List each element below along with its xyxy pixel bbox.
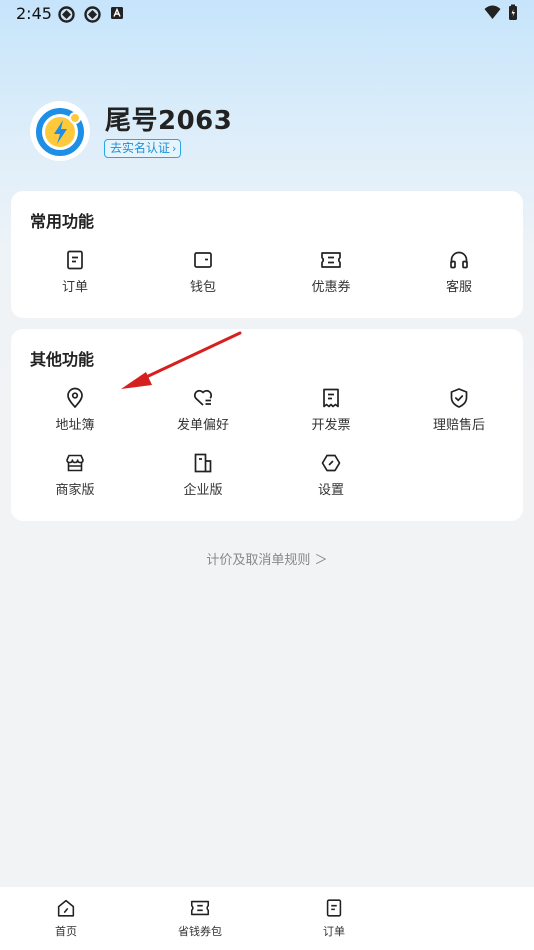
home-icon (57, 899, 75, 917)
pricing-cancel-rules-link[interactable]: 计价及取消单规则 ＞ (0, 549, 534, 568)
app-notification-icon (58, 6, 75, 23)
invoice-icon (323, 388, 339, 408)
nav-item-coupon-pack[interactable]: 省钱券包 (160, 897, 240, 939)
nav-item-label: 首页 (55, 925, 77, 938)
grid-item-label: 开发票 (311, 418, 351, 433)
shield-check-icon (450, 388, 468, 408)
wifi-icon (484, 5, 501, 19)
grid-item-label: 企业版 (183, 483, 223, 498)
nav-item-label: 省钱券包 (178, 925, 222, 938)
app-logo-icon (36, 108, 84, 156)
store-icon (66, 454, 84, 472)
grid-item-order[interactable]: 订单 (11, 248, 139, 295)
common-functions-card: 常用功能 订单 钱包 优惠券 客服 (11, 191, 523, 318)
grid-item-label: 理赔售后 (432, 418, 485, 433)
grid-item-order-preference[interactable]: 发单偏好 (139, 386, 267, 433)
nav-item-home[interactable]: 首页 (26, 897, 106, 939)
order-icon (326, 899, 342, 917)
grid-item-label: 钱包 (189, 280, 216, 295)
status-time: 2:45 (16, 4, 52, 23)
other-functions-card: 其他功能 地址簿 发单偏好 开发票 理赔售后 商家版 企业版 设置 (11, 329, 523, 521)
grid-item-label: 商家版 (55, 483, 95, 498)
nav-item-label: 订单 (323, 925, 345, 938)
grid-item-customer-service[interactable]: 客服 (395, 248, 523, 295)
settings-icon (321, 454, 341, 472)
section-title: 常用功能 (30, 212, 95, 231)
grid-item-label: 订单 (61, 280, 88, 295)
verify-identity-label: 去实名认证 (110, 141, 171, 155)
grid-item-label: 客服 (445, 280, 472, 295)
grid-item-label: 发单偏好 (176, 418, 229, 433)
battery-icon (509, 4, 517, 20)
chevron-right-icon: › (172, 142, 177, 155)
grid-item-wallet[interactable]: 钱包 (139, 248, 267, 295)
status-bar: 2:45 (0, 0, 534, 30)
grid-item-settings[interactable]: 设置 (267, 451, 395, 498)
location-pin-icon (67, 387, 83, 408)
grid-item-label: 优惠券 (311, 280, 351, 295)
grid-item-coupon[interactable]: 优惠券 (267, 248, 395, 295)
heart-list-icon (193, 389, 213, 406)
bottom-nav: 首页 省钱券包 订单 (0, 887, 534, 950)
username: 尾号2063 (105, 106, 233, 136)
avatar[interactable] (30, 101, 90, 161)
grid-item-label: 地址簿 (55, 418, 95, 433)
grid-item-address-book[interactable]: 地址簿 (11, 386, 139, 433)
grid-item-enterprise[interactable]: 企业版 (139, 451, 267, 498)
coupon-icon (190, 900, 210, 916)
grid-item-merchant[interactable]: 商家版 (11, 451, 139, 498)
wallet-icon (194, 252, 212, 268)
headset-icon (450, 251, 468, 269)
section-title: 其他功能 (30, 350, 95, 369)
grid-item-label: 设置 (317, 483, 344, 498)
text-notification-icon (111, 7, 123, 19)
grid-item-invoice[interactable]: 开发票 (267, 386, 395, 433)
order-icon (67, 250, 83, 270)
app-notification-icon (84, 6, 101, 23)
coupon-icon (321, 252, 341, 268)
building-icon (194, 453, 212, 473)
nav-item-orders[interactable]: 订单 (294, 897, 374, 939)
verify-identity-button[interactable]: 去实名认证 › (104, 139, 182, 158)
grid-item-claims[interactable]: 理赔售后 (395, 386, 523, 433)
